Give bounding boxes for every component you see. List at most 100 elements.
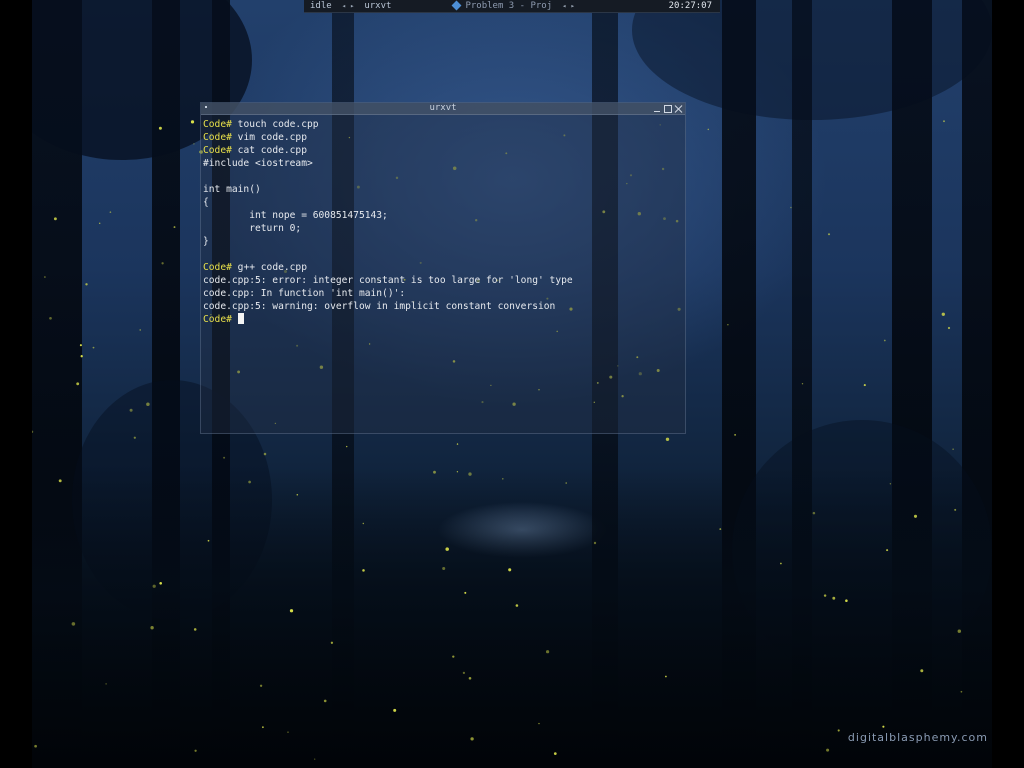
project-icon [451, 0, 462, 11]
firefly [139, 329, 141, 331]
line-text: { [203, 197, 209, 208]
firefly [882, 725, 885, 728]
firefly [442, 566, 446, 571]
line-text: #include <iostream> [203, 158, 313, 169]
firefly [665, 675, 667, 678]
firefly [193, 143, 195, 145]
firefly [468, 677, 472, 680]
firefly [330, 641, 334, 644]
shell-prompt: Code# [203, 314, 232, 325]
firefly [889, 483, 892, 485]
firefly [545, 650, 550, 654]
firefly [913, 514, 918, 518]
firefly [152, 584, 156, 588]
window-controls [653, 103, 683, 114]
terminal-line: Code# vim code.cpp [203, 131, 685, 144]
firefly [80, 355, 83, 358]
firefly [823, 594, 827, 597]
terminal-output[interactable]: Code# touch code.cpp Code# vim code.cpp Co… [201, 115, 685, 326]
line-text: touch code.cpp [231, 119, 319, 130]
firefly [464, 591, 467, 594]
terminal-line: int nope = 600851475143; [203, 209, 685, 222]
firefly [262, 726, 264, 729]
firefly [470, 737, 474, 741]
firefly [502, 478, 504, 480]
terminal-line: code.cpp:5: error: integer constant is t… [203, 274, 685, 287]
firefly [832, 596, 836, 600]
terminal-line: int main() [203, 183, 685, 196]
firefly [827, 233, 831, 236]
window-switch-arrows[interactable]: ◂ ▸ [338, 2, 359, 10]
line-text: int main() [203, 184, 261, 195]
firefly [826, 748, 830, 752]
firefly [553, 752, 557, 755]
terminal-line: #include <iostream> [203, 157, 685, 170]
firefly [393, 708, 397, 712]
firefly [296, 493, 299, 496]
terminal-title: urxvt [429, 103, 457, 113]
firefly [433, 470, 436, 474]
firefly [76, 382, 80, 386]
line-text: g++ code.cpp [231, 262, 307, 273]
firefly [538, 722, 540, 725]
maximize-icon[interactable] [664, 104, 672, 113]
firefly [129, 408, 133, 412]
firefly [812, 511, 816, 515]
firefly [920, 669, 924, 673]
terminal-line: } [203, 235, 685, 248]
project-indicator[interactable]: Problem 3 - Proj [447, 0, 558, 12]
firefly [109, 211, 112, 213]
shell-prompt: Code# [203, 262, 232, 273]
line-text: code.cpp:5: warning: overflow in implici… [203, 301, 556, 312]
firefly [883, 339, 886, 342]
firefly [323, 699, 327, 703]
firefly [248, 480, 251, 484]
firefly [346, 445, 348, 448]
firefly [960, 690, 963, 693]
terminal-titlebar[interactable]: urxvt [201, 103, 685, 115]
firefly [133, 436, 136, 439]
firefly [947, 326, 951, 330]
firefly [190, 120, 195, 124]
terminal-window[interactable]: urxvt Code# touch code.cpp Code# vim code… [200, 102, 686, 434]
shell-prompt: Code# [203, 145, 232, 156]
firefly [85, 283, 88, 286]
firefly [98, 222, 101, 225]
firefly [159, 581, 163, 585]
firefly [790, 206, 792, 209]
wallpaper-watermark: digitalblasphemy.com [847, 731, 988, 744]
line-text: } [203, 236, 209, 247]
terminal-line: { [203, 196, 685, 209]
firefly [289, 609, 294, 613]
firefly [445, 547, 449, 551]
firefly [801, 383, 804, 385]
firefly [259, 684, 263, 687]
project-switch-arrows[interactable]: ◂ ▸ [558, 2, 579, 10]
active-window-name[interactable]: urxvt [358, 0, 397, 12]
shell-prompt: Code# [203, 132, 232, 143]
clock: 20:27:07 [668, 1, 712, 11]
firefly [173, 226, 176, 229]
close-icon[interactable] [675, 105, 683, 113]
firefly [362, 522, 365, 525]
line-text: code.cpp:5: error: integer constant is t… [203, 275, 573, 286]
firefly [49, 316, 52, 320]
firefly [362, 569, 365, 572]
firefly [886, 549, 889, 552]
firefly [456, 443, 459, 445]
firefly [456, 471, 459, 473]
firefly [32, 430, 34, 433]
firefly [462, 671, 466, 675]
project-name: Problem 3 - Proj [465, 1, 553, 11]
terminal-line: code.cpp:5: warning: overflow in implici… [203, 300, 685, 313]
firefly [263, 452, 267, 456]
minimize-icon[interactable] [653, 105, 661, 113]
firefly [665, 437, 670, 441]
firefly [707, 128, 710, 131]
firefly [105, 683, 107, 685]
firefly [593, 541, 597, 545]
firefly [734, 434, 736, 436]
firefly [150, 626, 154, 630]
status-text: idle [310, 1, 332, 11]
